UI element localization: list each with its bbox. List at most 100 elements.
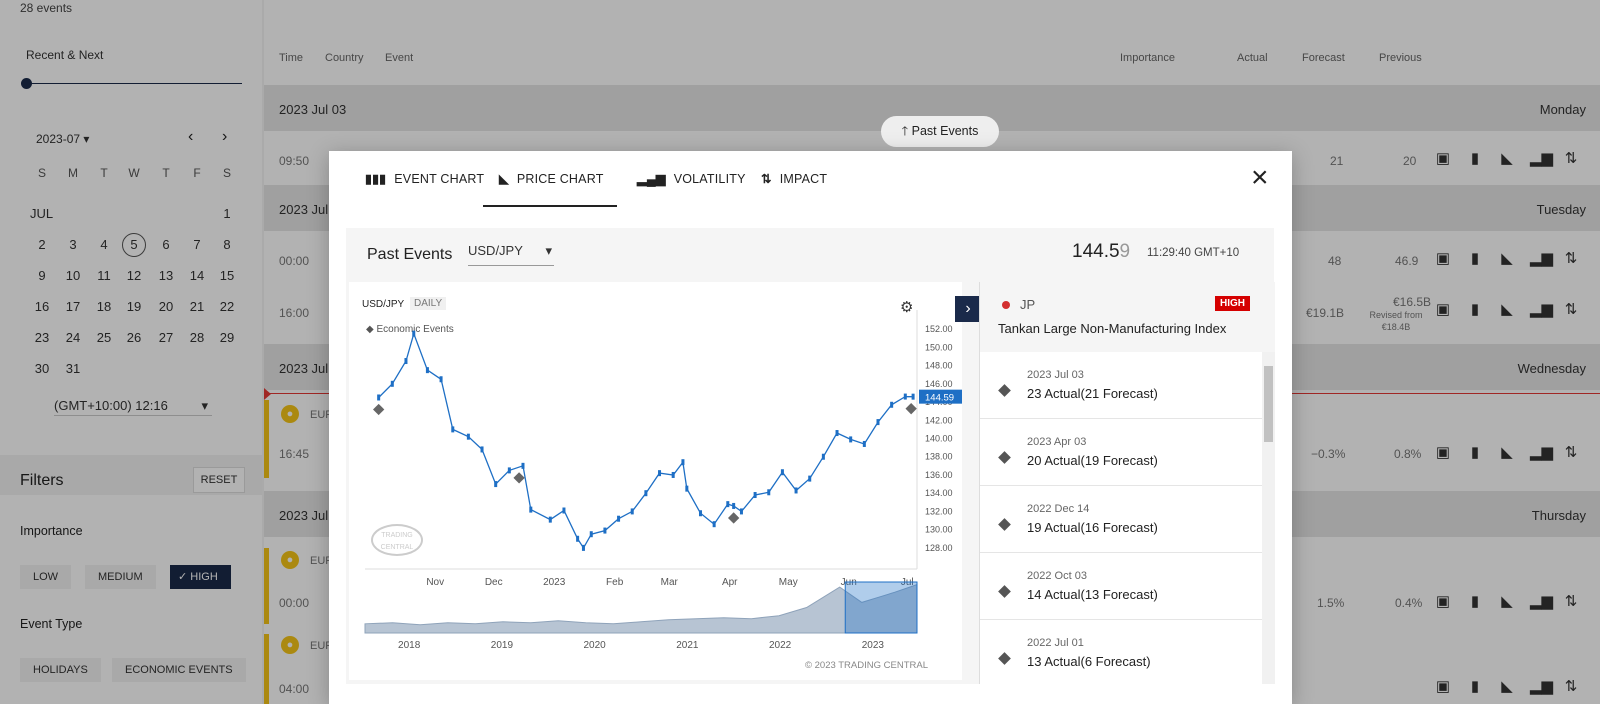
list-item-date: 2022 Dec 14: [1027, 503, 1090, 515]
chart-copyright: © 2023 TRADING CENTRAL: [805, 660, 928, 671]
tab-label: VOLATILITY: [673, 172, 746, 186]
price-chart-modal: ▮▮▮ EVENT CHART ◣ PRICE CHART ▂▄▆ VOLATILIT…: [329, 151, 1292, 704]
impact-icon: ⇅: [761, 172, 772, 186]
price-candle: [377, 394, 381, 401]
price-chart[interactable]: USD/JPY DAILY ◆ Economic Events ⚙ TRADIN…: [349, 282, 962, 680]
event-detail-panel: JP HIGH Tankan Large Non-Manufacturing I…: [979, 282, 1275, 684]
price-candle: [494, 481, 498, 488]
symbol-select[interactable]: USD/JPY ▾: [468, 243, 554, 266]
close-icon[interactable]: ×: [1251, 163, 1269, 193]
list-item-value: 13 Actual(6 Forecast): [1027, 654, 1151, 669]
caret-down-icon: ▾: [545, 243, 552, 258]
price-candle: [521, 462, 525, 469]
navigator-tick-label: 2018: [398, 640, 421, 651]
expand-panel-icon[interactable]: ›: [955, 296, 981, 322]
current-price: 144.59: [1072, 241, 1130, 263]
price-main: 144.5: [1072, 241, 1120, 262]
price-candle: [732, 502, 736, 509]
price-candle: [849, 436, 853, 443]
y-tick-label: 140.00: [925, 434, 953, 444]
diamond-icon: [998, 384, 1011, 397]
price-candle: [780, 469, 784, 476]
volatility-icon: ▂▄▆: [637, 172, 666, 186]
past-events-button[interactable]: 🡑 Past Events: [881, 116, 999, 147]
price-candle: [739, 508, 743, 515]
list-item[interactable]: 2022 Dec 14 19 Actual(16 Forecast): [980, 486, 1262, 553]
y-tick-label: 132.00: [925, 506, 953, 516]
x-tick-label: Nov: [426, 577, 444, 588]
tab-event-chart[interactable]: ▮▮▮ EVENT CHART: [365, 151, 484, 207]
price-candle: [658, 470, 662, 477]
list-item[interactable]: 2022 Oct 03 14 Actual(13 Forecast): [980, 553, 1262, 620]
price-candle: [835, 430, 839, 437]
price-candle: [589, 531, 593, 538]
price-candle: [876, 419, 880, 426]
y-tick-label: 152.00: [925, 324, 953, 334]
past-events-button-label: Past Events: [911, 124, 979, 138]
scrollbar-thumb[interactable]: [1264, 366, 1273, 442]
navigator-tick-label: 2023: [862, 640, 885, 651]
panel-title: Past Events: [367, 246, 453, 263]
price-candle: [644, 490, 648, 497]
price-candle: [767, 489, 771, 496]
diamond-icon: [998, 585, 1011, 598]
price-candle: [581, 544, 585, 551]
price-candle: [862, 440, 866, 447]
list-item-date: 2023 Apr 03: [1027, 436, 1087, 448]
price-candle: [890, 401, 894, 408]
x-tick-label: Apr: [722, 577, 738, 588]
event-name: Tankan Large Non-Manufacturing Index: [998, 321, 1227, 336]
price-candle: [808, 475, 812, 482]
list-item[interactable]: 2023 Jul 03 23 Actual(21 Forecast): [980, 352, 1262, 419]
y-tick-label: 146.00: [925, 379, 953, 389]
price-candle: [466, 433, 470, 440]
y-tick-label: 128.00: [925, 543, 953, 553]
price-candle: [507, 467, 511, 474]
tab-label: IMPACT: [779, 172, 828, 186]
y-tick-label: 148.00: [925, 361, 953, 371]
price-candle: [562, 507, 566, 514]
x-tick-label: Feb: [606, 577, 624, 588]
bar-chart-icon: ▮▮▮: [365, 172, 387, 186]
list-item-date: 2022 Oct 03: [1027, 570, 1087, 582]
price-candle: [685, 485, 689, 492]
tab-price-chart[interactable]: ◣ PRICE CHART: [483, 151, 617, 207]
price-chart-svg: 152.00150.00148.00146.00144.00142.00140.…: [364, 310, 962, 651]
y-tick-label: 134.00: [925, 488, 953, 498]
tab-label: EVENT CHART: [394, 172, 485, 186]
scrollbar[interactable]: [1262, 352, 1275, 684]
last-price-label: 144.59: [925, 393, 954, 404]
price-candle: [617, 515, 621, 522]
x-tick-label: 2023: [543, 577, 566, 588]
past-events-list: 2023 Jul 03 23 Actual(21 Forecast) 2023 A…: [980, 352, 1275, 684]
diamond-icon: [998, 518, 1011, 531]
importance-badge: HIGH: [1215, 296, 1250, 311]
price-candle: [753, 492, 757, 499]
price-candle: [712, 521, 716, 528]
x-tick-label: Mar: [661, 577, 679, 588]
price-candle: [425, 367, 429, 374]
event-marker: [905, 403, 917, 415]
tab-impact[interactable]: ⇅ IMPACT: [761, 151, 827, 207]
list-item[interactable]: 2022 Jul 01 13 Actual(6 Forecast): [980, 620, 1262, 684]
navigator-tick-label: 2019: [491, 640, 514, 651]
price-last-digit: 9: [1119, 241, 1131, 262]
tab-label: PRICE CHART: [516, 172, 604, 186]
price-candle: [671, 471, 675, 478]
arrow-up-icon: 🡑: [901, 124, 912, 138]
y-tick-label: 130.00: [925, 525, 953, 535]
navigator-tick-label: 2020: [584, 640, 607, 651]
navigator-tick-label: 2021: [676, 640, 699, 651]
price-candle: [390, 380, 394, 387]
event-marker: [727, 512, 740, 524]
price-candle: [794, 487, 798, 494]
price-candle: [698, 510, 702, 517]
price-panel: Past Events USD/JPY ▾ 144.59 11:29:40 GM…: [346, 228, 1275, 684]
event-country: JP: [1020, 297, 1036, 312]
tab-volatility[interactable]: ▂▄▆ VOLATILITY: [637, 151, 746, 207]
list-item[interactable]: 2023 Apr 03 20 Actual(19 Forecast): [980, 419, 1262, 486]
price-candle: [480, 446, 484, 453]
navigator-selection: [844, 581, 918, 634]
price-candle: [439, 376, 443, 383]
list-item-value: 14 Actual(13 Forecast): [1027, 587, 1158, 602]
